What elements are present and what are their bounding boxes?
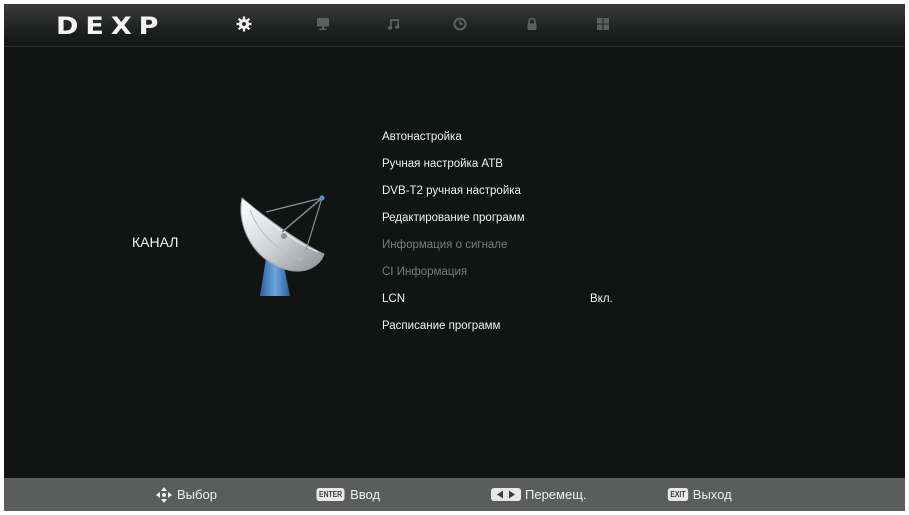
- tab-time[interactable]: [451, 15, 469, 33]
- menu-item-label: Автонастройка: [382, 131, 462, 143]
- hint-label: Выбор: [177, 487, 217, 502]
- tab-channel[interactable]: [235, 15, 253, 33]
- monitor-icon: [317, 18, 329, 30]
- menu-item-label: Информация о сигнале: [382, 239, 508, 251]
- menu-item-program-edit[interactable]: Редактирование программ: [382, 205, 682, 232]
- enter-key-icon: ENTER: [316, 488, 345, 501]
- menu-item-label: CI Информация: [382, 266, 468, 278]
- hint-move: Перемещ.: [491, 478, 587, 511]
- clock-icon: [453, 17, 467, 31]
- music-note-icon: [387, 19, 400, 30]
- hint-select: Выбор: [155, 478, 217, 511]
- tv-screen: DEXP КАНАЛ Автонастройка Ручная настройк…: [4, 4, 905, 511]
- exit-key-icon: EXIT: [667, 488, 688, 501]
- tab-picture[interactable]: [314, 15, 332, 33]
- left-right-arrows-icon: [491, 488, 521, 501]
- menu-item-program-schedule[interactable]: Расписание программ: [382, 313, 682, 340]
- satellite-dish-icon: [236, 188, 332, 301]
- menu-item-label: LCN: [382, 293, 406, 305]
- menu-item-auto-tuning[interactable]: Автонастройка: [382, 124, 682, 151]
- hint-label: Выход: [692, 487, 732, 502]
- tab-sound[interactable]: [385, 15, 403, 33]
- hint-label: Ввод: [350, 487, 381, 502]
- menu-item-dvbt2-manual-tuning[interactable]: DVB-T2 ручная настройка: [382, 178, 682, 205]
- lock-icon: [527, 17, 537, 30]
- top-menu-bar: DEXP: [4, 4, 905, 47]
- hint-exit: EXIT Выход: [666, 478, 732, 511]
- section-title: КАНАЛ: [132, 234, 179, 250]
- menu-item-ci-info: CI Информация: [382, 259, 682, 286]
- channel-menu: Автонастройка Ручная настройка АТВ DVB-T…: [382, 124, 682, 340]
- menu-item-lcn[interactable]: LCN Вкл.: [382, 286, 682, 313]
- menu-item-label: Расписание программ: [382, 320, 501, 332]
- dexp-logo: DEXP: [56, 12, 166, 41]
- menu-item-label: Ручная настройка АТВ: [382, 158, 503, 170]
- menu-item-signal-info: Информация о сигнале: [382, 232, 682, 259]
- dpad-icon: [155, 486, 173, 504]
- hint-label: Перемещ.: [525, 487, 587, 502]
- grid-icon: [597, 18, 609, 30]
- hint-bar: Выбор ENTER Ввод Перемещ. EXIT Выход: [4, 478, 905, 511]
- menu-item-atv-manual-tuning[interactable]: Ручная настройка АТВ: [382, 151, 682, 178]
- tab-setup[interactable]: [594, 15, 612, 33]
- tab-lock[interactable]: [523, 15, 541, 33]
- lcn-value: Вкл.: [590, 293, 613, 305]
- hint-enter: ENTER Ввод: [314, 478, 380, 511]
- menu-item-label: Редактирование программ: [382, 212, 525, 224]
- gear-icon: [236, 16, 252, 32]
- menu-item-label: DVB-T2 ручная настройка: [382, 185, 521, 197]
